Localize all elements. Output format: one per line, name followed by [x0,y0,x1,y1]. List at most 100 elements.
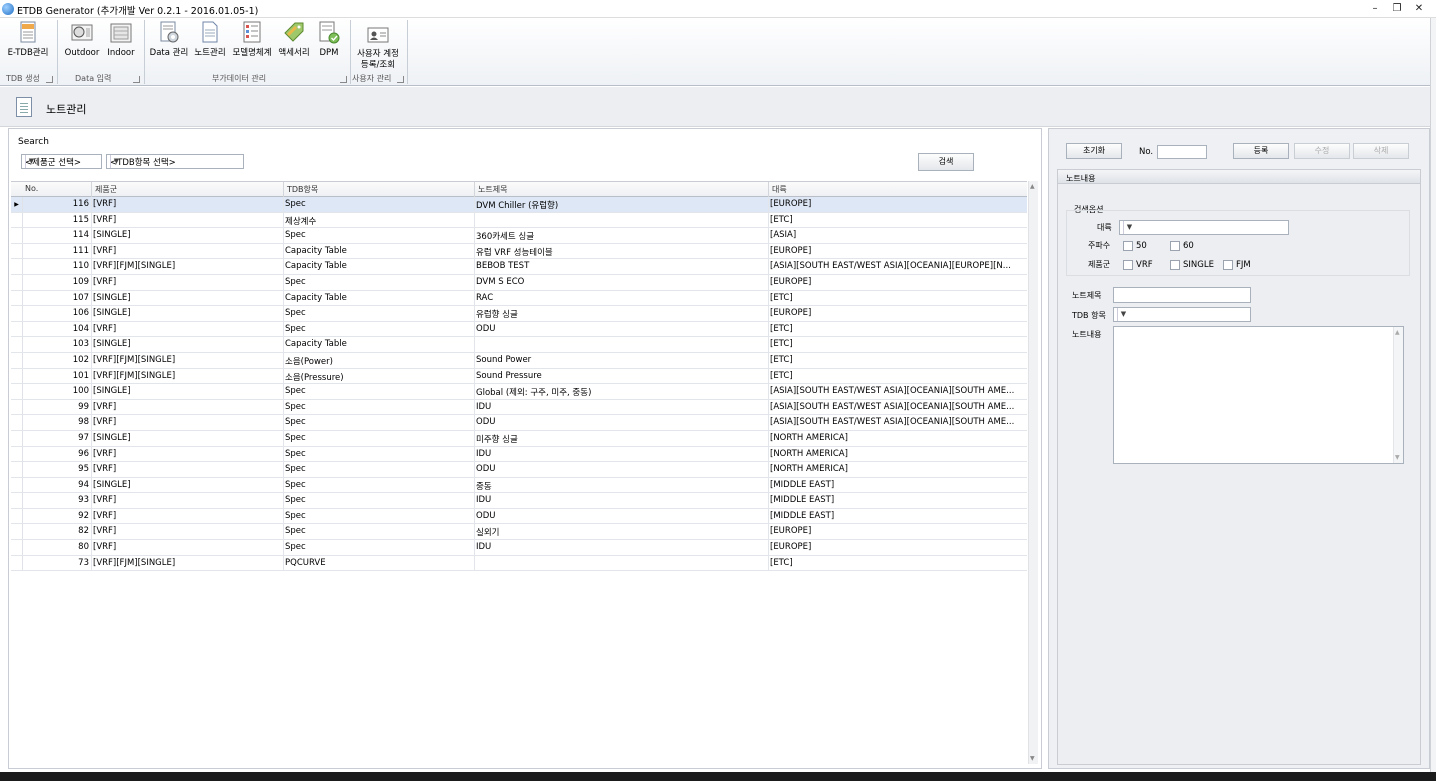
note-manage-label: 노트관리 [194,48,226,58]
product-group-select[interactable]: <제품군 선택> ▼ [21,154,102,169]
chevron-down-icon[interactable]: ▼ [1123,221,1135,234]
close-icon[interactable]: ✕ [1412,2,1426,16]
scroll-up-icon[interactable]: ▲ [1395,329,1400,336]
table-row[interactable]: 95 [VRF] Spec ODU [NORTH AMERICA] [11,462,1027,478]
row-selector[interactable] [11,493,23,509]
row-selector[interactable] [11,399,23,415]
note-title-input[interactable] [1113,287,1251,303]
scroll-down-icon[interactable]: ▼ [1030,755,1035,762]
table-row[interactable]: 110 [VRF][FJM][SINGLE] Capacity Table BEBOB… [11,259,1027,275]
group-launcher-icon[interactable] [340,76,347,83]
row-selector[interactable] [11,337,23,353]
user-register-button[interactable]: 사용자 계정 등록/조회 [354,26,402,71]
table-row[interactable]: 98 [VRF] Spec ODU [ASIA][SOUTH EAST/WEST ASI… [11,415,1027,431]
table-row[interactable]: 99 [VRF] Spec IDU [ASIA][SOUTH EAST/WEST ASI… [11,399,1027,416]
cell-group: [VRF] [93,245,117,256]
reset-button[interactable]: 초기화 [1066,143,1122,159]
delete-button[interactable]: 삭제 [1353,143,1409,159]
scroll-down-icon[interactable]: ▼ [1395,454,1400,461]
row-selector[interactable] [11,243,23,259]
row-selector[interactable] [11,290,23,306]
scroll-up-icon[interactable]: ▲ [1030,183,1035,190]
accessory-button[interactable]: 액세서리 [277,21,311,59]
single-checkbox[interactable] [1170,260,1180,270]
chevron-down-icon[interactable]: ▼ [1117,308,1129,321]
table-row[interactable]: 92 [VRF] Spec ODU [MIDDLE EAST] [11,508,1027,525]
row-selector[interactable] [11,477,23,493]
register-button[interactable]: 등록 [1233,143,1289,159]
tdb-item-select[interactable]: <TDB항목 선택> ▼ [106,154,244,169]
table-row[interactable]: 80 [VRF] Spec IDU [EUROPE] [11,540,1027,556]
table-row[interactable]: 82 [VRF] Spec 실외기 [EUROPE] [11,524,1027,541]
row-selector[interactable] [11,368,23,384]
fjm-checkbox[interactable] [1223,260,1233,270]
table-row[interactable]: 97 [SINGLE] Spec 미주향 싱글 [NORTH AMERICA] [11,430,1027,447]
table-row[interactable]: 115 [VRF] 제상계수 [ETC] [11,212,1027,229]
vrf-checkbox[interactable] [1123,260,1133,270]
group-launcher-icon[interactable] [397,76,404,83]
row-selector[interactable] [11,415,23,431]
freq-50-checkbox[interactable] [1123,241,1133,251]
dpm-button[interactable]: DPM [317,21,341,59]
region-select[interactable]: ▼ [1119,220,1289,235]
table-row[interactable]: 94 [SINGLE] Spec 중동 [MIDDLE EAST] [11,477,1027,494]
etdb-manage-button[interactable]: E-TDB관리 [6,21,50,59]
table-row[interactable]: 103 [SINGLE] Capacity Table [ETC] [11,337,1027,353]
table-row[interactable]: 101 [VRF][FJM][SINGLE] 소음(Pressure) Sound P… [11,368,1027,385]
row-selector[interactable] [11,462,23,478]
column-header-no[interactable]: No. [25,184,38,193]
column-header-title[interactable]: 노트제목 [478,184,507,195]
cell-divider [91,243,92,259]
chevron-down-icon[interactable]: ▼ [25,155,37,168]
search-button[interactable]: 검색 [918,153,974,171]
table-scrollbar[interactable]: ▲ ▼ [1028,181,1038,764]
minimize-icon[interactable]: – [1368,2,1382,16]
table-row[interactable]: 109 [VRF] Spec DVM S ECO [EUROPE] [11,274,1027,291]
row-selector[interactable] [11,430,23,446]
column-header-region[interactable]: 대륙 [772,184,787,195]
row-selector[interactable] [11,306,23,322]
outdoor-button[interactable]: Outdoor [62,21,102,59]
row-selector[interactable] [11,352,23,368]
table-row[interactable]: 100 [SINGLE] Spec Global (제외: 구주, 미주, 중동) [A… [11,384,1027,400]
table-row[interactable]: 114 [SINGLE] Spec 360카세트 싱글 [ASIA] [11,228,1027,244]
table-row[interactable]: 107 [SINGLE] Capacity Table RAC [ETC] [11,290,1027,307]
table-row[interactable]: 102 [VRF][FJM][SINGLE] 소음(Power) Sound Powe… [11,352,1027,369]
note-content-textarea[interactable]: ▲ ▼ [1113,326,1404,464]
row-selector[interactable] [11,524,23,540]
model-system-button[interactable]: 모델명체계 [232,21,272,59]
restore-icon[interactable]: ❐ [1390,2,1404,16]
row-selector[interactable] [11,555,23,571]
chevron-down-icon[interactable]: ▼ [110,155,122,168]
table-row[interactable]: 111 [VRF] Capacity Table 유럽 VRF 성능테이블 [EUROP… [11,243,1027,260]
note-manage-button[interactable]: 노트관리 [194,21,226,59]
table-row[interactable]: 96 [VRF] Spec IDU [NORTH AMERICA] [11,446,1027,463]
table-row[interactable]: 106 [SINGLE] Spec 유럽향 싱글 [EUROPE] [11,306,1027,322]
row-selector[interactable] [11,384,23,400]
row-selector[interactable] [11,212,23,228]
table-row[interactable]: 104 [VRF] Spec ODU [ETC] [11,321,1027,338]
group-launcher-icon[interactable] [46,76,53,83]
row-selector[interactable] [11,274,23,290]
no-field[interactable] [1157,145,1207,159]
table-row[interactable]: 73 [VRF][FJM][SINGLE] PQCURVE [ETC] [11,555,1027,572]
tdb-item-field-select[interactable]: ▼ [1113,307,1251,322]
freq-60-checkbox[interactable] [1170,241,1180,251]
row-selector[interactable] [11,446,23,462]
indoor-button[interactable]: Indoor [104,21,138,59]
table-row[interactable]: 93 [VRF] Spec IDU [MIDDLE EAST] [11,493,1027,509]
column-header-tdb[interactable]: TDB항목 [287,184,318,195]
row-selector[interactable] [11,228,23,244]
row-pointer-icon[interactable]: ▶ [11,197,23,212]
row-selector[interactable] [11,321,23,337]
table-row[interactable]: ▶ 116 [VRF] Spec DVM Chiller (유럽향) [EUROPE] [11,197,1027,213]
row-selector[interactable] [11,540,23,556]
row-selector[interactable] [11,259,23,275]
modify-button[interactable]: 수정 [1294,143,1350,159]
textarea-scrollbar[interactable]: ▲ ▼ [1393,327,1403,463]
group-launcher-icon[interactable] [133,76,140,83]
column-header-group[interactable]: 제품군 [95,184,117,195]
data-manage-button[interactable]: Data 관리 [149,21,189,59]
cell-divider [768,368,769,384]
row-selector[interactable] [11,508,23,524]
